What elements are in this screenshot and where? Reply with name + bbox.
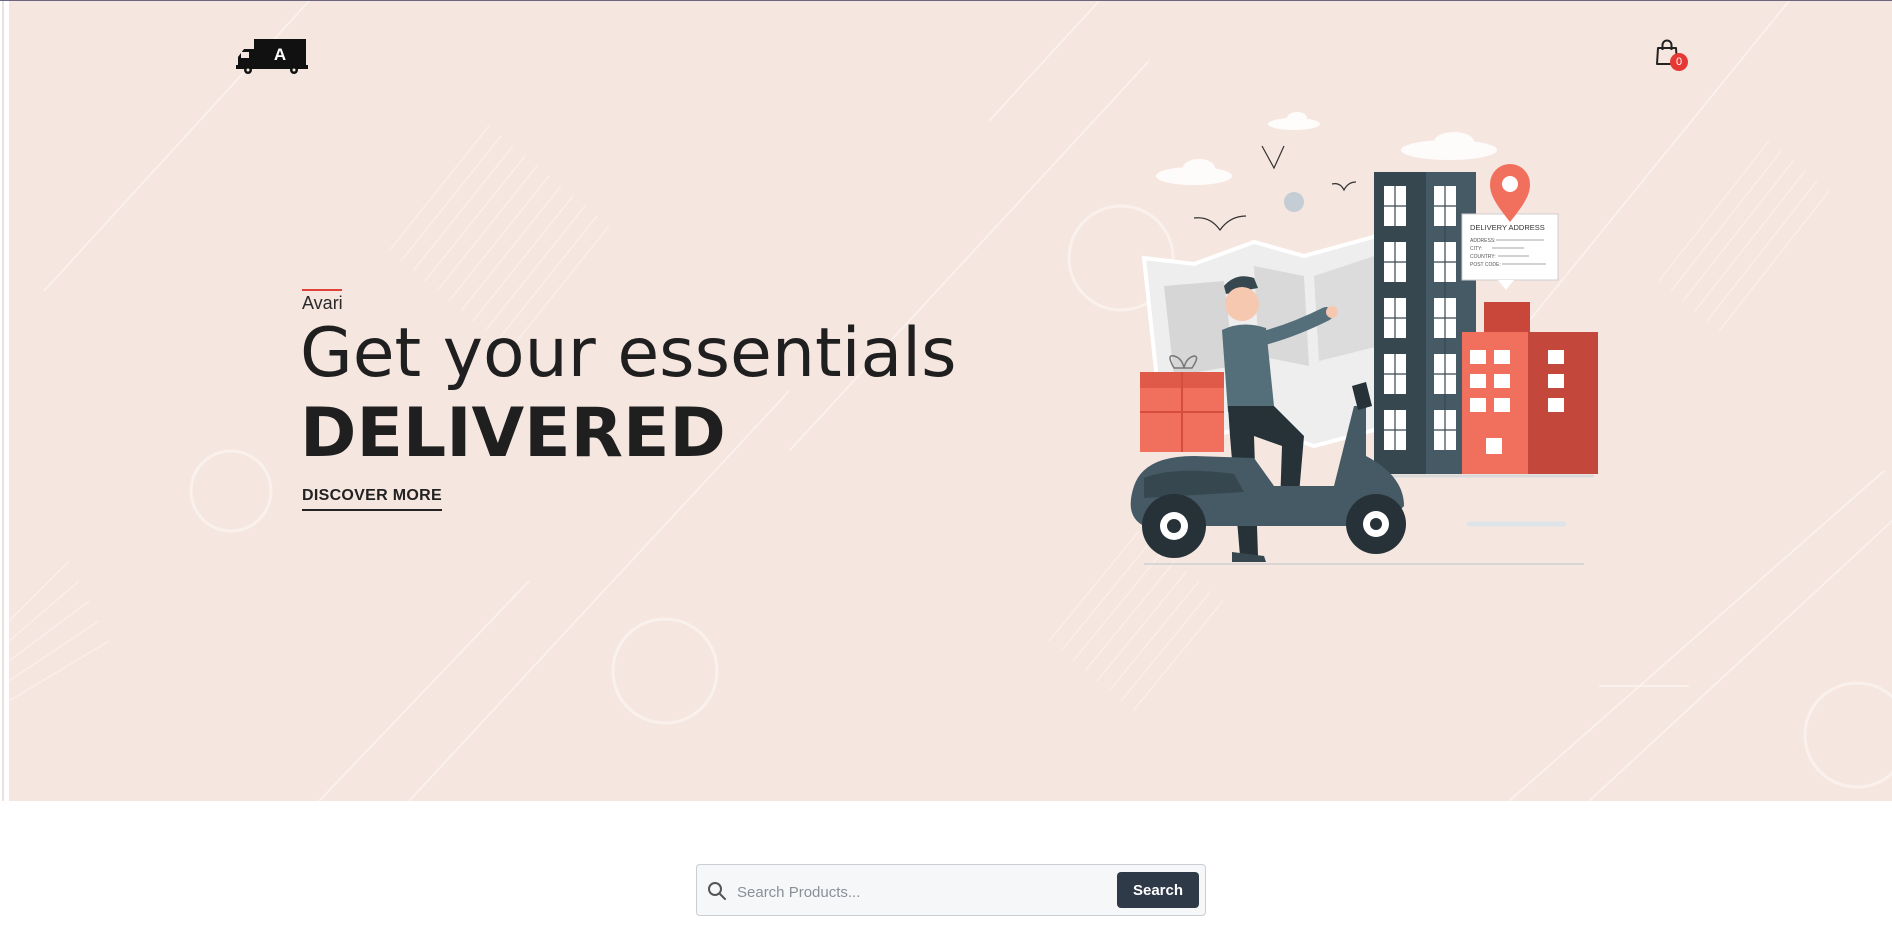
page-left-edge <box>0 1 9 801</box>
brand-accent-line <box>302 289 342 291</box>
address-card-title: DELIVERY ADDRESS <box>1470 223 1545 232</box>
address-card-field: POST CODE: <box>1470 262 1501 268</box>
logo-letter: A <box>274 45 286 64</box>
search-input[interactable] <box>735 877 1089 907</box>
address-card-field: ADDRESS: <box>1470 238 1496 244</box>
delivery-scooter-illustration: DELIVERY ADDRESS ADDRESS: CITY: COUNTRY:… <box>1130 112 1598 565</box>
search-button[interactable]: Search <box>1117 872 1199 908</box>
brand-name: Avari <box>302 293 343 313</box>
cart-count-badge: 0 <box>1670 53 1688 71</box>
hero-title-line1: Get your essentials <box>300 314 957 393</box>
delivery-truck-logo[interactable]: A <box>236 37 308 75</box>
hero-section: A 0 Avari Get your essentials DELIVERED … <box>9 1 1892 801</box>
product-search-bar: Search <box>696 864 1206 916</box>
address-card-field: COUNTRY: <box>1470 254 1496 260</box>
hero-background-decoration <box>9 1 1892 801</box>
search-icon <box>708 882 726 900</box>
hero-title-line2: DELIVERED <box>300 394 726 473</box>
cart-button[interactable]: 0 <box>1654 39 1690 73</box>
address-card-field: CITY: <box>1470 246 1483 252</box>
discover-more-link[interactable]: DISCOVER MORE <box>302 487 442 511</box>
